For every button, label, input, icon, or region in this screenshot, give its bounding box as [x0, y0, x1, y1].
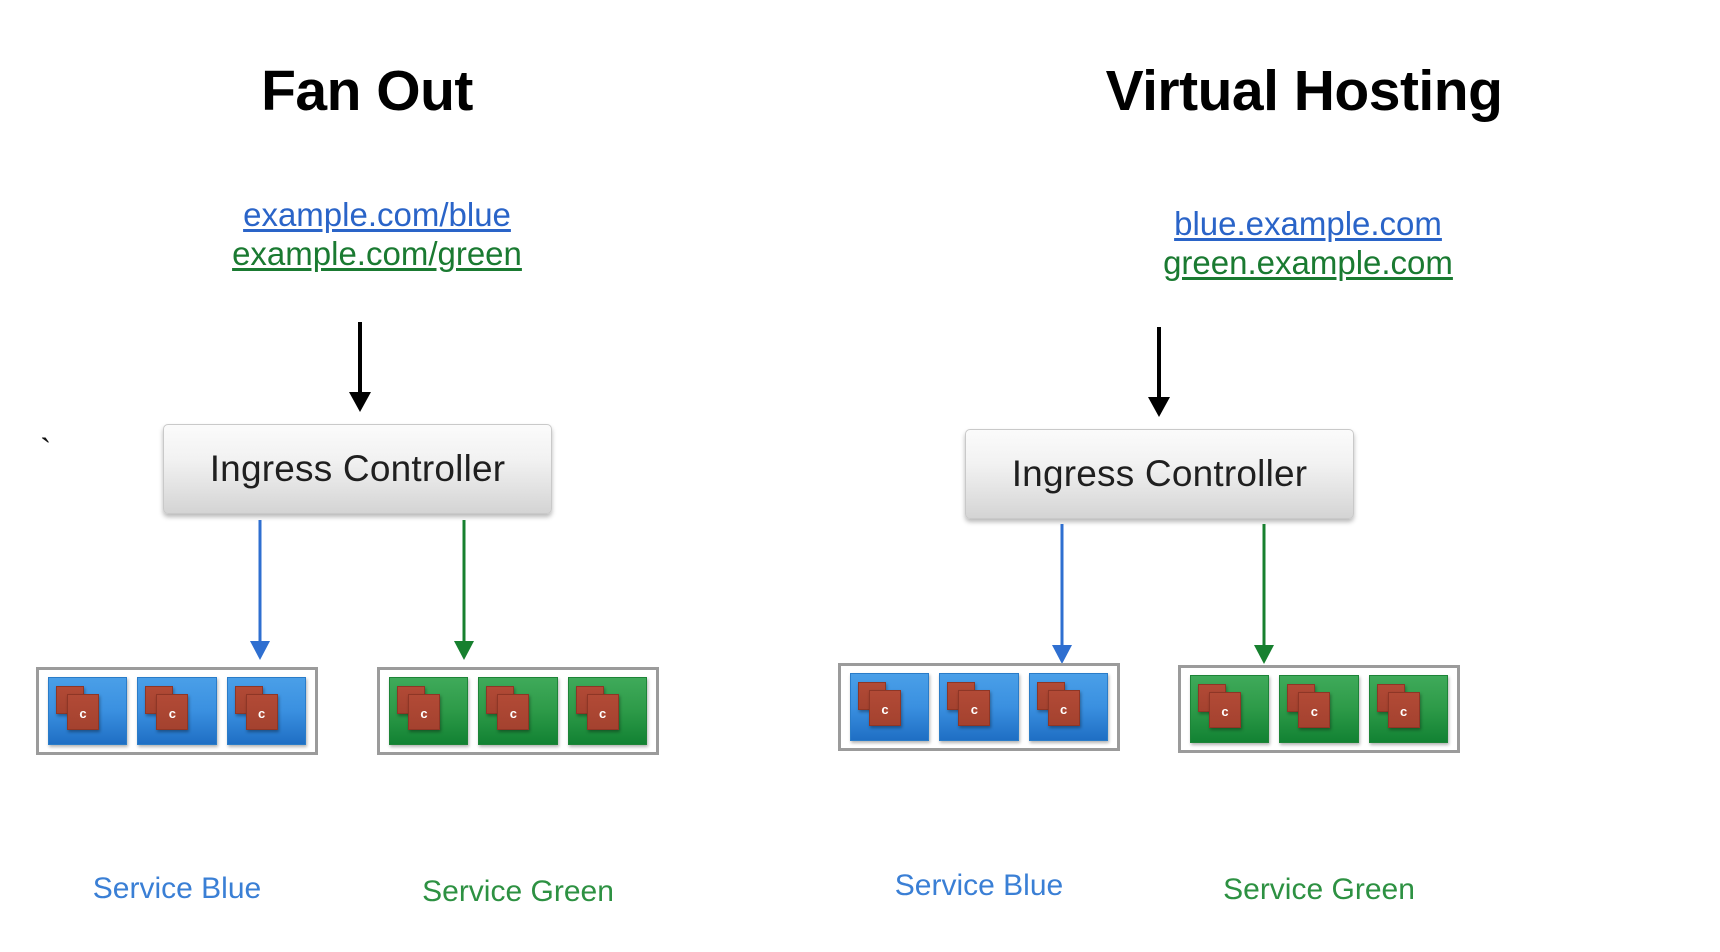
container-icon-front: c — [497, 694, 530, 730]
pod[interactable]: c — [567, 677, 647, 745]
container-icon-label: c — [881, 702, 889, 717]
arrow-shaft — [358, 322, 362, 392]
arrow-head — [250, 641, 270, 660]
panel-virtual-hosting: Virtual Hosting blue.example.com green.e… — [838, 0, 1720, 952]
container-icon-label: c — [1400, 704, 1408, 719]
container-icon-label: c — [599, 706, 607, 721]
pod[interactable]: c — [850, 673, 930, 741]
ingress-controller-label: Ingress Controller — [209, 448, 506, 489]
panel-fan-out: Fan Out example.com/blue example.com/gre… — [0, 0, 860, 952]
service-label-green-fan-out: Service Green — [422, 875, 614, 908]
pod[interactable]: c — [939, 673, 1019, 741]
ingress-controller-label: Ingress Controller — [1011, 453, 1308, 494]
panel-title-virtual-hosting: Virtual Hosting — [1105, 59, 1503, 123]
container-icon-front: c — [586, 694, 619, 730]
url-link-blue-example-com[interactable]: blue.example.com — [878, 205, 1720, 244]
pod[interactable]: c — [1190, 675, 1270, 743]
service-group-blue-fan-out[interactable]: c c c — [36, 667, 318, 755]
arrow-head — [1254, 645, 1274, 664]
service-label-blue-virtual-hosting: Service Blue — [894, 869, 1064, 902]
arrow-head — [454, 641, 474, 660]
container-icon-front: c — [869, 690, 901, 726]
service-group-green-fan-out[interactable]: c c c — [377, 667, 659, 755]
service-label-blue-fan-out: Service Blue — [92, 872, 262, 905]
container-icon-front: c — [156, 694, 189, 730]
service-label-green-virtual-hosting: Service Green — [1223, 873, 1415, 906]
url-link-example-com-green[interactable]: example.com/green — [0, 235, 807, 274]
arrow-shaft — [1060, 524, 1064, 645]
pod[interactable]: c — [137, 677, 217, 745]
container-icon-front: c — [245, 694, 278, 730]
arrow-ingress-to-service-blue — [1050, 524, 1074, 664]
arrow-ingress-to-service-green — [452, 520, 476, 660]
pod[interactable]: c — [389, 677, 469, 745]
container-icon-label: c — [258, 706, 266, 721]
container-icon-front: c — [67, 694, 99, 730]
container-icon-label: c — [1060, 702, 1068, 717]
arrow-urls-to-ingress — [345, 322, 375, 412]
container-icon-label: c — [420, 706, 428, 721]
ingress-controller-box-fan-out[interactable]: Ingress Controller — [163, 424, 552, 514]
pod[interactable]: c — [1368, 675, 1448, 743]
container-icon-front: c — [1298, 692, 1331, 728]
container-icon-label: c — [1221, 704, 1229, 719]
arrow-ingress-to-service-blue — [248, 520, 272, 660]
arrow-head — [1148, 397, 1170, 417]
panel-title-fan-out: Fan Out — [261, 59, 473, 123]
ingress-controller-box-virtual-hosting[interactable]: Ingress Controller — [965, 429, 1354, 519]
container-icon-label: c — [970, 702, 978, 717]
pod[interactable]: c — [48, 677, 128, 745]
service-group-blue-virtual-hosting[interactable]: c c c — [838, 663, 1120, 751]
url-list-virtual-hosting: blue.example.com green.example.com — [878, 205, 1720, 283]
pod[interactable]: c — [226, 677, 306, 745]
container-icon-front: c — [1209, 692, 1241, 728]
container-icon-front: c — [1387, 692, 1420, 728]
container-icon-front: c — [958, 690, 991, 726]
arrow-head — [349, 392, 371, 412]
arrow-shaft — [462, 520, 466, 641]
container-icon-front: c — [1047, 690, 1080, 726]
container-icon-label: c — [1310, 704, 1318, 719]
diagram-canvas: ` Fan Out example.com/blue example.com/g… — [0, 0, 1720, 952]
container-icon-label: c — [79, 706, 87, 721]
container-icon-label: c — [509, 706, 517, 721]
pod[interactable]: c — [1279, 675, 1359, 743]
service-group-green-virtual-hosting[interactable]: c c c — [1178, 665, 1460, 753]
arrow-shaft — [1262, 524, 1266, 645]
pod[interactable]: c — [478, 677, 558, 745]
container-icon-label: c — [168, 706, 176, 721]
arrow-ingress-to-service-green — [1252, 524, 1276, 664]
container-icon-front: c — [408, 694, 440, 730]
url-link-example-com-blue[interactable]: example.com/blue — [0, 196, 807, 235]
arrow-head — [1052, 645, 1072, 664]
arrow-shaft — [258, 520, 262, 641]
url-list-fan-out: example.com/blue example.com/green — [0, 196, 807, 274]
pod[interactable]: c — [1028, 673, 1108, 741]
url-link-green-example-com[interactable]: green.example.com — [878, 244, 1720, 283]
arrow-shaft — [1157, 327, 1161, 397]
arrow-urls-to-ingress — [1144, 327, 1174, 417]
